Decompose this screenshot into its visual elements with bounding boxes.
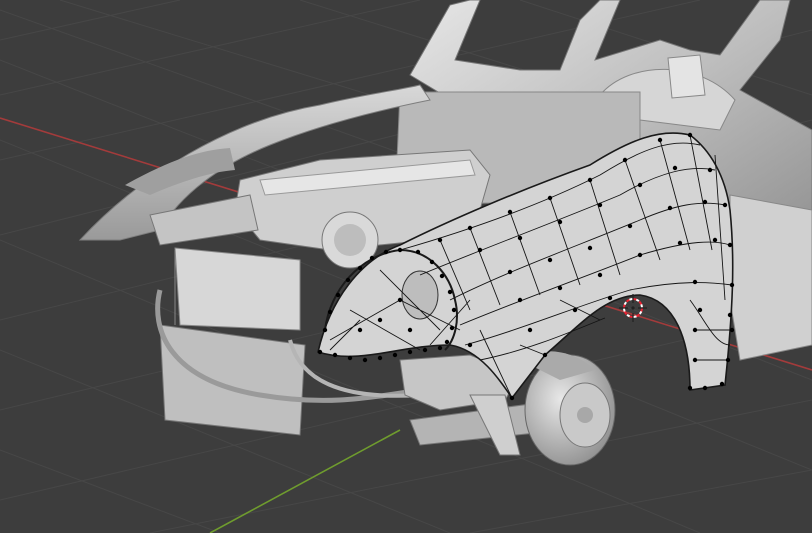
3d-viewport[interactable] — [0, 0, 812, 533]
y-axis-line — [209, 429, 401, 533]
